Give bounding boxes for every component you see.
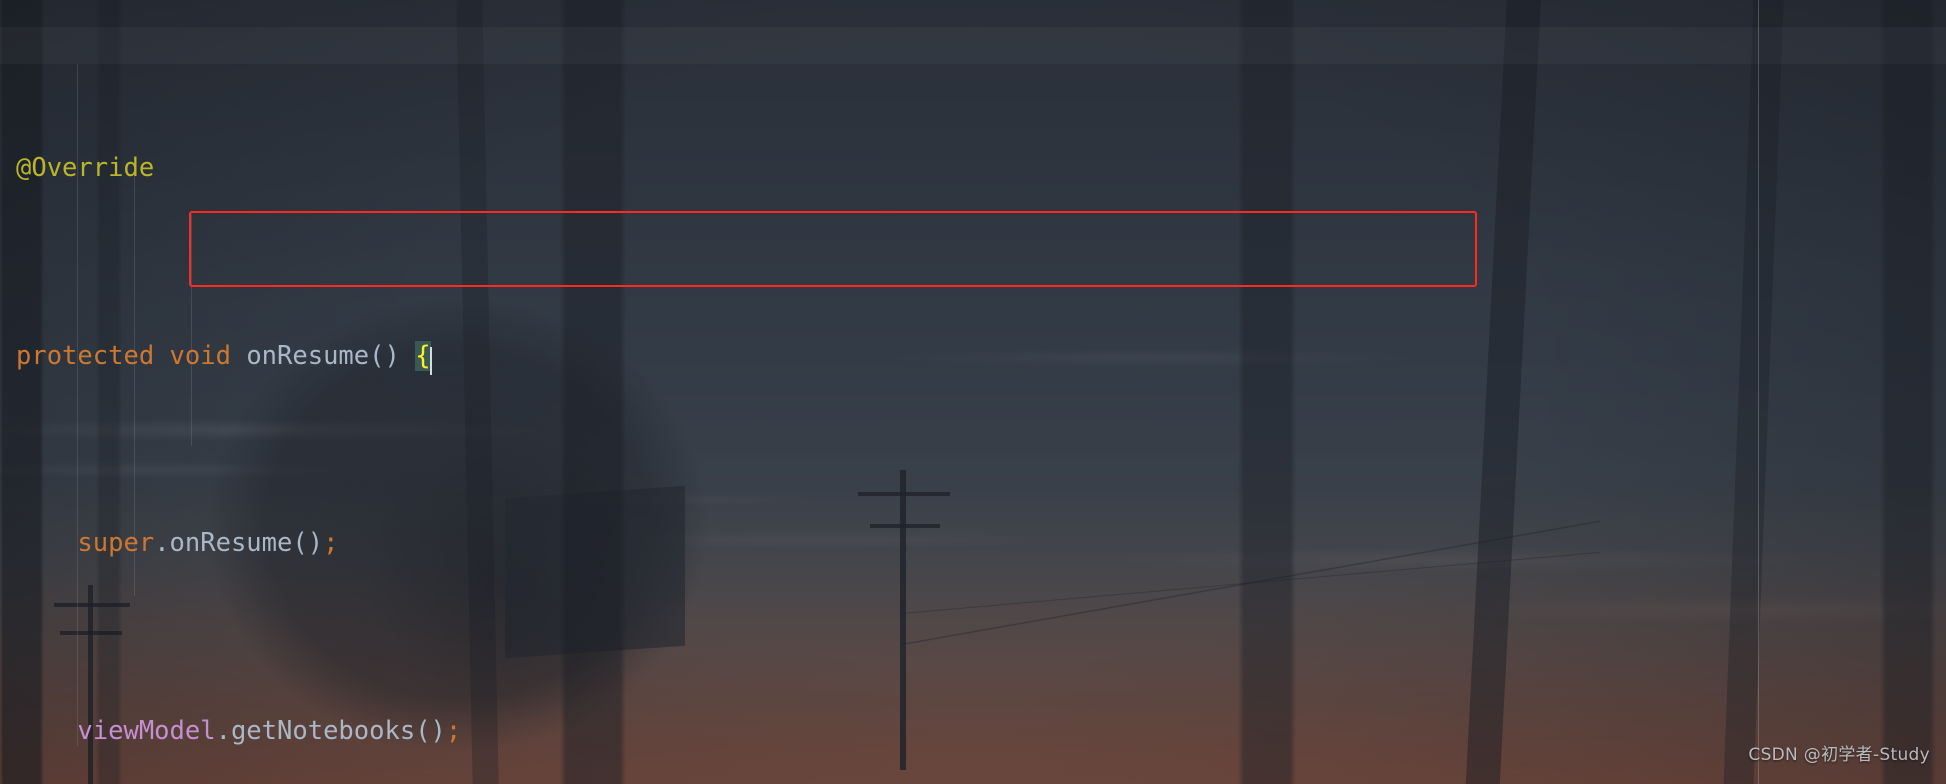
annotation-override: @Override	[16, 153, 155, 183]
matched-brace-open: {	[415, 340, 431, 371]
call-getnotebooks: getNotebooks	[230, 715, 416, 746]
code-content[interactable]: @Override protected void onResume() { su…	[0, 0, 1946, 784]
code-editor[interactable]: @Override protected void onResume() { su…	[0, 0, 1946, 784]
csdn-watermark: CSDN @初学者-Study	[1748, 744, 1930, 765]
keyword-protected: protected	[16, 340, 155, 371]
method-name-onresume: onResume	[246, 340, 370, 371]
call-onresume: onResume	[169, 528, 293, 558]
text-caret	[429, 346, 432, 375]
field-viewmodel: viewModel	[77, 715, 216, 746]
code-line-4[interactable]: viewModel.getNotebooks();	[0, 713, 1946, 751]
code-line-2[interactable]: protected void onResume() {	[0, 338, 1946, 376]
code-line-1[interactable]: @Override	[0, 150, 1946, 188]
keyword-void: void	[169, 340, 231, 371]
code-line-3[interactable]: super.onResume();	[0, 525, 1946, 563]
keyword-super: super	[77, 528, 155, 558]
